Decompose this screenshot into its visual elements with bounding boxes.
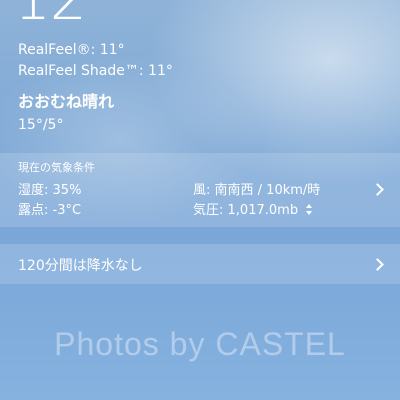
humidity: 湿度: 35%	[18, 179, 81, 198]
current-conditions-title: 現在の気象条件	[18, 161, 95, 174]
high-low-temperature: 15°/5°	[18, 117, 64, 133]
humidity-value: 35%	[52, 183, 82, 198]
chevron-right-icon[interactable]	[371, 183, 384, 196]
chevron-right-icon[interactable]	[371, 258, 384, 271]
current-temperature: 12	[14, 0, 87, 28]
pressure: 気圧: 1,017.0mb	[193, 199, 313, 218]
dewpoint: 露点: -3°C	[18, 199, 81, 218]
photo-watermark: Photos by CASTEL	[54, 326, 346, 362]
weather-condition: おおむね晴れ	[18, 92, 115, 111]
realfeel-shade-text: RealFeel Shade™: 11°	[18, 63, 173, 79]
wind-label: 風:	[193, 183, 211, 198]
wind-value: 南南西 / 10km/時	[214, 183, 321, 198]
wind: 風: 南南西 / 10km/時	[193, 179, 320, 198]
pressure-value: 1,017.0mb	[227, 203, 299, 218]
pressure-label: 気圧:	[193, 203, 224, 218]
realfeel-text: RealFeel®: 11°	[18, 42, 125, 58]
dewpoint-label: 露点:	[18, 203, 49, 218]
pressure-steady-icon	[306, 204, 313, 215]
current-conditions-panel[interactable]: 現在の気象条件 湿度: 35% 露点: -3°C 風: 南南西 / 10km/時…	[0, 153, 400, 227]
humidity-label: 湿度:	[18, 183, 49, 198]
precipitation-label: 120分間は降水なし	[18, 258, 143, 274]
dewpoint-value: -3°C	[52, 203, 82, 218]
precipitation-panel[interactable]: 120分間は降水なし	[0, 244, 400, 284]
